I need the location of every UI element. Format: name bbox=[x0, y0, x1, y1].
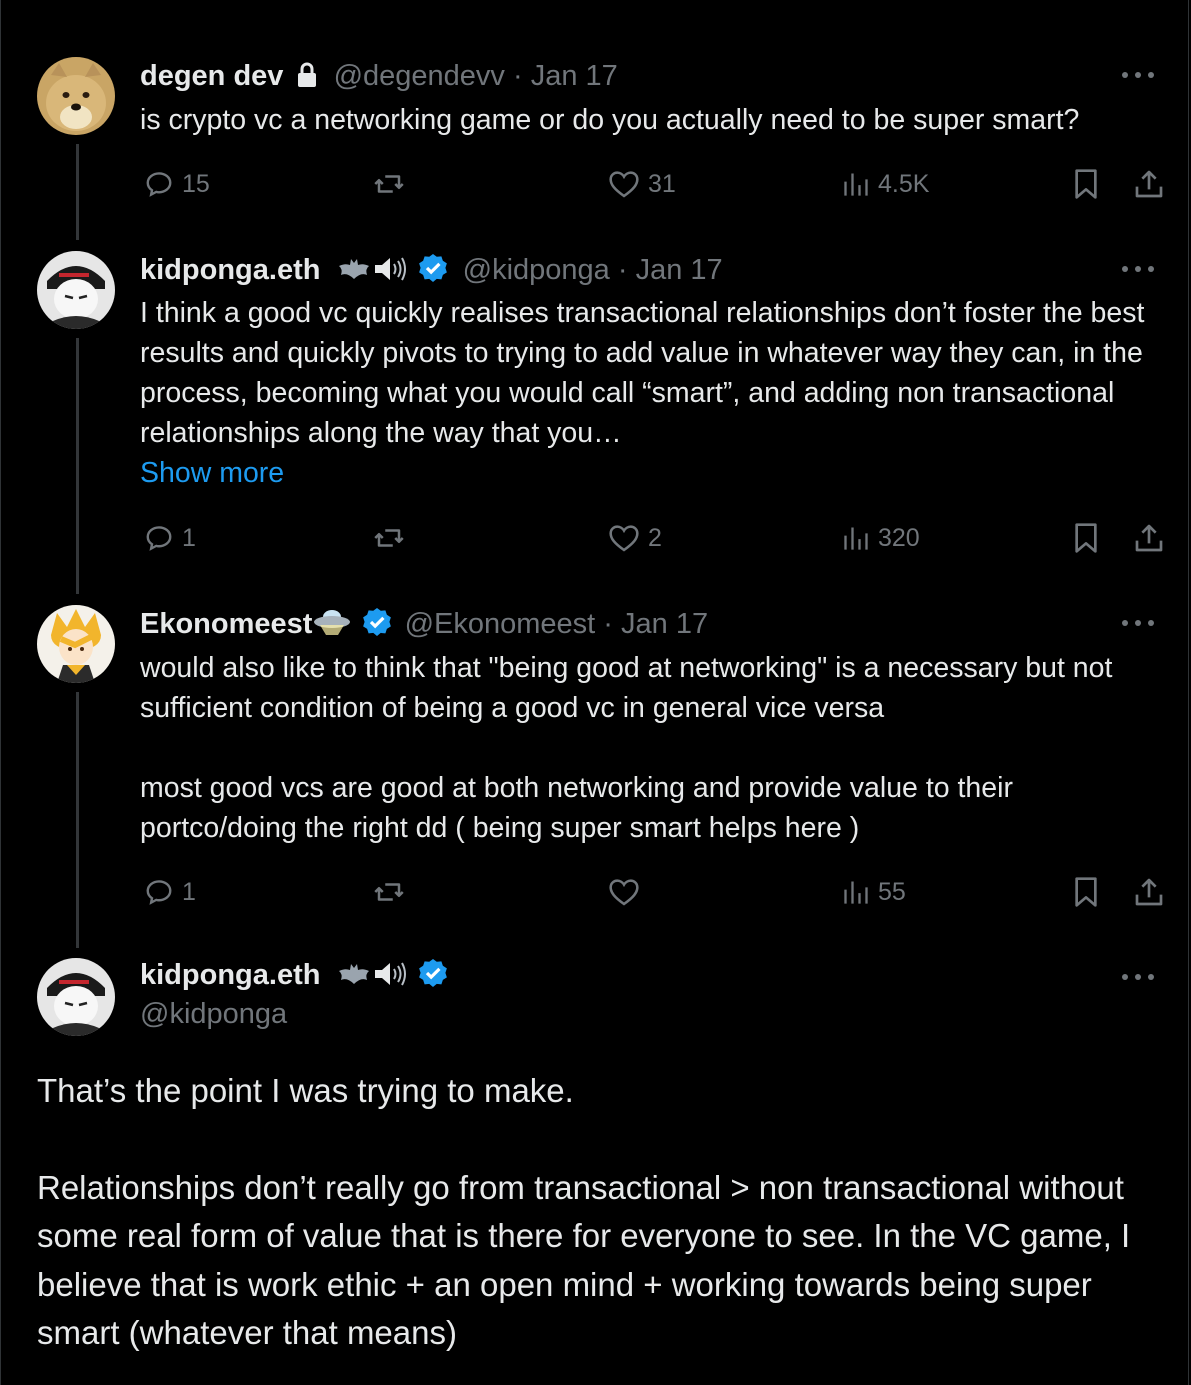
reply-count: 15 bbox=[182, 169, 210, 198]
tweet-header: kidponga.eth bbox=[140, 955, 449, 1000]
thread-connector bbox=[76, 338, 79, 594]
heart-icon bbox=[609, 525, 639, 552]
bat-emoji-icon bbox=[335, 959, 373, 999]
repost-button[interactable] bbox=[372, 164, 414, 204]
ufo-emoji-icon bbox=[312, 607, 352, 646]
thread-connector bbox=[76, 144, 79, 240]
display-name[interactable]: degen dev bbox=[140, 60, 283, 92]
repost-button[interactable] bbox=[372, 518, 414, 558]
more-options-button[interactable] bbox=[1118, 60, 1158, 90]
reply-button[interactable]: 1 bbox=[144, 518, 196, 558]
share-icon bbox=[1135, 170, 1163, 198]
more-options-button[interactable] bbox=[1118, 254, 1158, 284]
avatar[interactable] bbox=[37, 958, 115, 1036]
tweet-header: Ekonomeest @Ekonomeest · Jan 17 bbox=[140, 606, 708, 647]
avatar[interactable] bbox=[37, 251, 115, 329]
display-name[interactable]: kidponga.eth bbox=[140, 959, 320, 991]
reply-icon bbox=[146, 172, 172, 197]
handle[interactable]: @kidponga bbox=[140, 998, 287, 1031]
bookmark-button[interactable] bbox=[1072, 872, 1100, 912]
views-icon bbox=[844, 173, 868, 196]
reply-icon bbox=[146, 526, 172, 551]
tweet-actions: 15 31 4.5K bbox=[140, 164, 1170, 204]
reply-count: 1 bbox=[182, 877, 196, 906]
views-icon bbox=[844, 881, 868, 904]
handle[interactable]: @kidponga bbox=[463, 254, 610, 286]
share-button[interactable] bbox=[1133, 872, 1165, 912]
display-name[interactable]: kidponga.eth bbox=[140, 254, 320, 286]
tweet-header: kidponga.eth @kidponga · Jan 17 bbox=[140, 252, 723, 293]
more-icon bbox=[1122, 974, 1154, 980]
bookmark-icon bbox=[1075, 523, 1097, 553]
handle[interactable]: @degendevv bbox=[334, 60, 505, 92]
tweet-date[interactable]: Jan 17 bbox=[636, 254, 723, 286]
tweet-date[interactable]: Jan 17 bbox=[531, 60, 618, 92]
verified-badge-icon[interactable] bbox=[417, 252, 449, 293]
share-button[interactable] bbox=[1133, 164, 1165, 204]
verified-badge-icon[interactable] bbox=[417, 957, 449, 1000]
tweet-actions: 1 55 bbox=[140, 872, 1170, 912]
heart-icon bbox=[609, 879, 639, 906]
reply-button[interactable]: 15 bbox=[144, 164, 210, 204]
avatar[interactable] bbox=[37, 605, 115, 683]
reply-button[interactable]: 1 bbox=[144, 872, 196, 912]
views-button[interactable]: 320 bbox=[842, 518, 920, 558]
views-icon bbox=[844, 527, 868, 550]
repost-icon bbox=[374, 175, 404, 193]
tweet-date[interactable]: Jan 17 bbox=[621, 608, 708, 640]
share-icon bbox=[1135, 878, 1163, 906]
views-count: 320 bbox=[878, 523, 920, 552]
repost-icon bbox=[374, 529, 404, 547]
bookmark-icon bbox=[1075, 169, 1097, 199]
more-icon bbox=[1122, 72, 1154, 78]
repost-button[interactable] bbox=[372, 872, 414, 912]
views-button[interactable]: 4.5K bbox=[842, 164, 929, 204]
bookmark-icon bbox=[1075, 877, 1097, 907]
tweet-text: I think a good vc quickly realises trans… bbox=[140, 297, 1145, 489]
more-icon bbox=[1122, 620, 1154, 626]
tweet-header: degen dev @degendevv · Jan 17 bbox=[140, 58, 618, 97]
tweet-text: That’s the point I was trying to make. R… bbox=[37, 1072, 1131, 1351]
share-icon bbox=[1135, 524, 1163, 552]
show-more-link[interactable]: Show more bbox=[140, 457, 284, 489]
tweet-text: is crypto vc a networking game or do you… bbox=[140, 104, 1080, 136]
speaker-emoji-icon bbox=[373, 255, 409, 292]
heart-icon bbox=[609, 171, 639, 198]
like-button[interactable] bbox=[608, 872, 648, 912]
like-button[interactable]: 31 bbox=[608, 164, 676, 204]
verified-badge-icon[interactable] bbox=[361, 606, 393, 647]
like-count: 31 bbox=[648, 169, 676, 198]
thread-connector bbox=[76, 692, 79, 948]
reply-count: 1 bbox=[182, 523, 196, 552]
handle[interactable]: @Ekonomeest bbox=[405, 608, 596, 640]
tweet-actions: 1 2 320 bbox=[140, 518, 1170, 558]
views-button[interactable]: 55 bbox=[842, 872, 906, 912]
more-icon bbox=[1122, 266, 1154, 272]
tweet-thread: degen dev @degendevv · Jan 17 is crypto … bbox=[0, 0, 1189, 1385]
views-count: 4.5K bbox=[878, 169, 930, 198]
like-button[interactable]: 2 bbox=[608, 518, 662, 558]
bat-emoji-icon bbox=[335, 256, 373, 292]
repost-icon bbox=[374, 883, 404, 901]
display-name[interactable]: Ekonomeest bbox=[140, 608, 312, 640]
speaker-emoji-icon bbox=[373, 959, 409, 999]
more-options-button[interactable] bbox=[1118, 962, 1158, 992]
avatar[interactable] bbox=[37, 57, 115, 135]
tweet-text: would also like to think that "being goo… bbox=[140, 652, 1113, 844]
like-count: 2 bbox=[648, 523, 662, 552]
reply-icon bbox=[146, 880, 172, 905]
lock-icon bbox=[296, 61, 318, 97]
share-button[interactable] bbox=[1133, 518, 1165, 558]
bookmark-button[interactable] bbox=[1072, 518, 1100, 558]
views-count: 55 bbox=[878, 877, 906, 906]
more-options-button[interactable] bbox=[1118, 608, 1158, 638]
bookmark-button[interactable] bbox=[1072, 164, 1100, 204]
